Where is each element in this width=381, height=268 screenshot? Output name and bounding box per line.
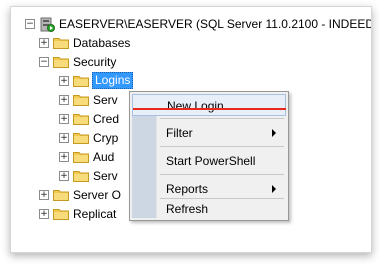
folder-icon: [73, 95, 89, 106]
submenu-arrow-icon: [272, 129, 276, 137]
menu-separator: [160, 118, 284, 119]
expand-toggle[interactable]: +: [59, 95, 69, 105]
object-explorer-window: − EASERVER\EASERVER (SQL Server 11.0.210…: [10, 6, 372, 253]
expand-toggle[interactable]: +: [59, 133, 69, 143]
folder-icon: [73, 133, 89, 144]
tree-item-label: Aud: [93, 150, 115, 164]
server-name-label: EASERVER\EASERVER (SQL Server 11.0.2100 …: [59, 17, 372, 31]
menu-item-start-powershell[interactable]: Start PowerShell: [132, 150, 286, 172]
folder-icon: [73, 114, 89, 125]
tree-item-label: Serv: [93, 169, 118, 183]
expand-toggle[interactable]: +: [39, 38, 49, 48]
tree-item-label: Server O: [73, 188, 122, 202]
tree-item-label: Databases: [73, 36, 131, 50]
expand-toggle[interactable]: +: [59, 76, 69, 86]
menu-item-new-login[interactable]: New Login...: [132, 94, 286, 116]
submenu-arrow-icon: [272, 185, 276, 193]
folder-icon: [53, 57, 69, 68]
folder-icon: [53, 38, 69, 49]
folder-icon: [73, 76, 89, 87]
menu-item-filter[interactable]: Filter: [132, 122, 286, 144]
menu-item-label: Refresh: [166, 202, 209, 216]
folder-icon: [73, 171, 89, 182]
expand-toggle[interactable]: +: [39, 190, 49, 200]
tree-item-label: Logins: [92, 72, 134, 89]
tree-item-label: Security: [73, 55, 117, 69]
menu-item-reports[interactable]: Reports: [132, 178, 286, 200]
tree-item-label: Cryp: [93, 131, 119, 145]
menu-item-label: Filter: [166, 126, 193, 140]
highlight-underline: [133, 108, 286, 110]
expand-toggle[interactable]: +: [59, 152, 69, 162]
expand-toggle[interactable]: +: [59, 171, 69, 181]
tree-item-label: Replicat: [73, 207, 117, 221]
expand-toggle[interactable]: +: [39, 209, 49, 219]
menu-separator: [160, 174, 284, 175]
tree-item-label: Cred: [93, 112, 120, 126]
menu-item-refresh[interactable]: Refresh: [132, 198, 286, 220]
folder-icon: [53, 209, 69, 220]
tree-item-label: Serv: [93, 93, 118, 107]
folder-icon: [53, 190, 69, 201]
menu-item-label: Start PowerShell: [166, 154, 256, 168]
menu-item-label: New Login...: [167, 99, 234, 113]
menu-item-label: Reports: [166, 182, 209, 196]
menu-separator: [160, 146, 284, 147]
sql-server-icon: [40, 17, 55, 32]
collapse-toggle[interactable]: −: [25, 19, 35, 29]
context-menu: New Login... Filter Start PowerShell Rep…: [129, 91, 289, 221]
expand-toggle[interactable]: +: [59, 114, 69, 124]
collapse-toggle[interactable]: −: [39, 57, 49, 67]
folder-icon: [73, 152, 89, 163]
